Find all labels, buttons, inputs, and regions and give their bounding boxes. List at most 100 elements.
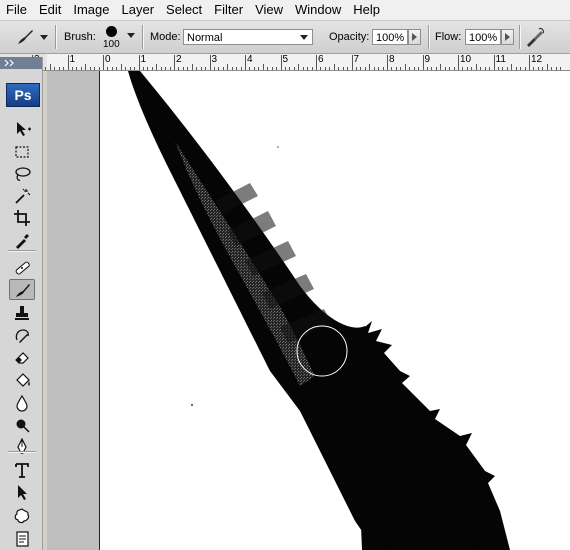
tool-move[interactable]	[9, 118, 35, 139]
tools-panel: Ps	[0, 57, 43, 550]
ruler-minor-tick	[542, 67, 544, 70]
tool-magic-wand[interactable]	[9, 185, 35, 206]
ruler-minor-tick	[373, 67, 375, 70]
brush-dot	[106, 26, 117, 37]
ruler-minor-tick	[289, 67, 291, 70]
ruler-minor-tick	[169, 67, 171, 70]
ruler-minor-tick	[320, 67, 322, 70]
ruler-minor-tick	[262, 64, 264, 70]
ruler-label: 0	[105, 54, 111, 65]
tool-marquee[interactable]	[9, 141, 35, 162]
tool-crop[interactable]	[9, 207, 35, 228]
ruler-major-tick	[138, 55, 140, 70]
ruler-minor-tick	[311, 67, 313, 70]
tool-preset-picker[interactable]	[14, 27, 48, 47]
flow-slider-button[interactable]	[501, 29, 514, 45]
ruler-minor-tick	[240, 67, 242, 70]
mode-label: Mode:	[150, 31, 181, 43]
opacity-input[interactable]: 100%	[372, 29, 408, 45]
tool-eraser[interactable]	[9, 346, 35, 367]
ruler-minor-tick	[76, 67, 78, 70]
menu-image[interactable]: Image	[67, 0, 115, 20]
ruler-minor-tick	[440, 64, 442, 70]
tool-blur[interactable]	[9, 392, 35, 413]
tool-custom-shape[interactable]	[9, 505, 35, 526]
history-brush-icon	[15, 328, 29, 343]
ruler-minor-tick	[355, 67, 357, 70]
menu-edit[interactable]: Edit	[33, 0, 67, 20]
flow-input[interactable]: 100%	[465, 29, 501, 45]
tools-panel-header[interactable]	[0, 57, 42, 69]
ruler-minor-tick	[449, 67, 451, 70]
marquee-icon	[15, 145, 29, 158]
brush-icon	[18, 30, 33, 44]
document-canvas[interactable]	[100, 71, 570, 550]
ruler-minor-tick	[94, 67, 96, 70]
ruler-label: 10	[460, 54, 472, 65]
mode-select[interactable]: Normal	[183, 29, 313, 45]
tool-history-brush[interactable]	[9, 324, 35, 345]
menu-file[interactable]: File	[0, 0, 33, 20]
ruler-minor-tick	[293, 67, 295, 70]
tool-healing-brush[interactable]	[9, 257, 35, 278]
ruler-minor-tick	[480, 67, 482, 70]
ruler-minor-tick	[236, 67, 238, 70]
tool-paint-bucket[interactable]	[9, 369, 35, 390]
brush-picker[interactable]: 100	[100, 24, 138, 52]
path-selection-icon	[18, 484, 27, 500]
ruler-minor-tick	[342, 67, 344, 70]
ruler-minor-tick	[98, 67, 100, 70]
ruler-major-tick	[351, 55, 353, 70]
brush-icon	[16, 283, 30, 297]
ruler-minor-tick	[307, 67, 309, 70]
tool-brush[interactable]	[9, 279, 35, 300]
dodge-icon	[16, 419, 30, 433]
tool-clone-stamp[interactable]	[9, 302, 35, 323]
menu-layer[interactable]: Layer	[116, 0, 161, 20]
opacity-slider-button[interactable]	[408, 29, 421, 45]
ruler-minor-tick	[395, 67, 397, 70]
ruler-label: 5	[282, 54, 289, 65]
tool-pen[interactable]	[9, 436, 35, 457]
ruler-minor-tick	[134, 67, 136, 70]
menu-window[interactable]: Window	[289, 0, 347, 20]
pen-icon	[17, 437, 27, 454]
ruler-minor-tick	[80, 67, 82, 70]
airbrush-toggle[interactable]	[524, 26, 546, 48]
ruler-label: 8	[389, 54, 395, 65]
tool-path-selection[interactable]	[9, 481, 35, 502]
tool-type[interactable]	[9, 459, 35, 480]
chevron-down-icon	[40, 35, 48, 40]
horizontal-ruler[interactable]: 210123456789101112	[32, 54, 570, 71]
menu-view[interactable]: View	[249, 0, 289, 20]
ruler-minor-tick	[489, 67, 491, 70]
ruler-minor-tick	[107, 67, 109, 70]
chevron-down-icon	[127, 33, 135, 38]
ruler-major-tick	[174, 55, 175, 70]
opacity-label: Opacity:	[329, 31, 370, 43]
separator	[519, 25, 520, 49]
eraser-icon	[15, 351, 29, 364]
menu-help[interactable]: Help	[347, 0, 386, 20]
ruler-minor-tick	[258, 67, 260, 70]
ruler-minor-tick	[511, 64, 513, 70]
tool-dodge[interactable]	[9, 414, 35, 435]
ruler-minor-tick	[391, 67, 393, 70]
notes-icon	[16, 530, 29, 547]
ruler-label: 3	[211, 54, 218, 65]
lasso-icon	[15, 166, 31, 181]
tool-lasso[interactable]	[9, 163, 35, 184]
tool-notes[interactable]	[9, 528, 35, 549]
menu-filter[interactable]: Filter	[208, 0, 249, 20]
ruler-minor-tick	[520, 67, 522, 70]
ruler-minor-tick	[160, 67, 162, 70]
ruler-minor-tick	[227, 64, 229, 70]
crop-icon	[14, 209, 30, 226]
ruler-minor-tick	[502, 67, 504, 70]
tool-eyedropper[interactable]	[9, 229, 35, 250]
ruler-minor-tick	[45, 67, 47, 70]
ruler-minor-tick	[329, 67, 331, 70]
ruler-minor-tick	[218, 67, 220, 70]
ruler-label: 4	[247, 54, 253, 65]
menu-select[interactable]: Select	[160, 0, 208, 20]
